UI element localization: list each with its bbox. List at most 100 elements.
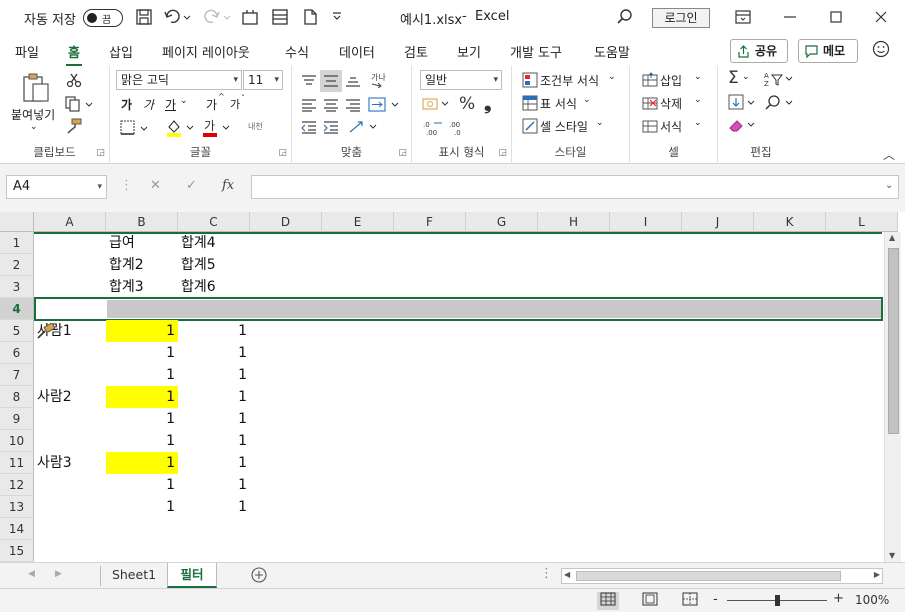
- chevron-down-icon[interactable]: ⌄: [742, 72, 750, 82]
- cell-c9[interactable]: 1: [178, 408, 250, 430]
- tab-page-layout[interactable]: 페이지 레이아웃: [162, 42, 250, 61]
- column-header-i[interactable]: I: [610, 212, 682, 232]
- comma-style-icon[interactable]: ❟: [484, 92, 491, 114]
- scroll-right-icon[interactable]: ▶: [874, 570, 880, 579]
- column-header-f[interactable]: F: [394, 212, 466, 232]
- sheet-tab-sheet1[interactable]: Sheet1: [101, 563, 167, 588]
- select-all-corner[interactable]: [0, 212, 34, 232]
- row-header-14[interactable]: 14: [0, 518, 34, 540]
- fill-icon[interactable]: [728, 94, 758, 112]
- row-header-4[interactable]: 4: [0, 298, 34, 320]
- insert-cells-button[interactable]: 삽입: [660, 72, 682, 89]
- share-button[interactable]: 공유: [730, 39, 788, 63]
- cell-b2[interactable]: 합계2: [106, 254, 178, 276]
- close-icon[interactable]: [873, 9, 889, 25]
- accounting-format-icon[interactable]: [422, 96, 454, 112]
- column-header-b[interactable]: B: [106, 212, 178, 232]
- plus-circle-icon[interactable]: [250, 566, 268, 584]
- column-header-g[interactable]: G: [466, 212, 538, 232]
- chevron-down-icon[interactable]: ⌄: [694, 95, 702, 105]
- sheet-tab-filter[interactable]: 필터: [167, 563, 217, 588]
- cell-b13[interactable]: 1: [106, 496, 178, 518]
- search-icon[interactable]: [616, 8, 634, 26]
- align-middle-icon[interactable]: [320, 70, 342, 92]
- cell-c7[interactable]: 1: [178, 364, 250, 386]
- row-header-2[interactable]: 2: [0, 254, 34, 276]
- zoom-level[interactable]: 100%: [855, 593, 889, 607]
- align-right-icon[interactable]: [344, 98, 362, 112]
- chevron-down-icon[interactable]: ⌄: [596, 118, 604, 128]
- redo-icon[interactable]: [203, 8, 231, 26]
- minimize-icon[interactable]: [782, 9, 798, 25]
- cell-c11[interactable]: 1: [178, 452, 250, 474]
- tab-data[interactable]: 데이터: [339, 42, 375, 61]
- column-header-l[interactable]: L: [826, 212, 898, 232]
- undo-icon[interactable]: [163, 8, 191, 26]
- increase-indent-icon[interactable]: [322, 120, 340, 134]
- column-header-c[interactable]: C: [178, 212, 250, 232]
- dialog-launcher-icon[interactable]: ◲: [498, 148, 507, 158]
- cancel-entry-icon[interactable]: ✕: [150, 178, 161, 193]
- font-name-dropdown[interactable]: 맑은 고딕 ▾: [116, 70, 242, 90]
- cell-b5[interactable]: 1: [106, 320, 178, 342]
- column-header-a[interactable]: A: [34, 212, 106, 232]
- cell-styles-button[interactable]: 셀 스타일: [540, 118, 588, 135]
- tab-home[interactable]: 홈: [66, 42, 82, 67]
- tab-view[interactable]: 보기: [457, 42, 481, 61]
- cell-b7[interactable]: 1: [106, 364, 178, 386]
- cell-c10[interactable]: 1: [178, 430, 250, 452]
- scroll-up-icon[interactable]: ▲: [889, 233, 895, 242]
- tab-developer[interactable]: 개발 도구: [510, 42, 562, 61]
- format-cells-button[interactable]: 서식: [660, 118, 682, 135]
- cell-c12[interactable]: 1: [178, 474, 250, 496]
- chevron-down-icon[interactable]: ⌄: [694, 118, 702, 128]
- conditional-formatting-button[interactable]: 조건부 서식: [540, 72, 599, 89]
- cell-b8[interactable]: 1: [106, 386, 178, 408]
- chevron-down-icon[interactable]: ⌄: [608, 72, 616, 82]
- number-format-dropdown[interactable]: 일반 ▾: [420, 70, 502, 90]
- name-box[interactable]: A4 ▾: [6, 175, 107, 199]
- new-document-icon[interactable]: [301, 8, 319, 26]
- grow-font-button[interactable]: 가: [206, 96, 217, 113]
- row-header-10[interactable]: 10: [0, 430, 34, 452]
- cell-a8[interactable]: 사람2: [34, 386, 106, 408]
- decrease-decimal-icon[interactable]: .00.0: [448, 120, 470, 137]
- customize-toolbar-icon[interactable]: [331, 11, 343, 23]
- row-header-12[interactable]: 12: [0, 474, 34, 496]
- prev-sheet-icon[interactable]: ◀: [28, 569, 35, 579]
- font-size-dropdown[interactable]: 11 ▾: [243, 70, 283, 90]
- cell-b1[interactable]: 급여: [106, 232, 178, 254]
- cell-c1[interactable]: 합계4: [178, 232, 250, 254]
- cell-b6[interactable]: 1: [106, 342, 178, 364]
- insert-function-icon[interactable]: fx: [222, 178, 234, 193]
- tab-insert[interactable]: 삽입: [109, 42, 133, 61]
- underline-button[interactable]: 가: [165, 96, 176, 113]
- dialog-launcher-icon[interactable]: ◲: [398, 148, 407, 158]
- cell-b3[interactable]: 합계3: [106, 276, 178, 298]
- scroll-down-icon[interactable]: ▼: [889, 551, 895, 560]
- cut-icon[interactable]: [66, 72, 82, 88]
- row-header-15[interactable]: 15: [0, 540, 34, 562]
- row-header-3[interactable]: 3: [0, 276, 34, 298]
- cell-c2[interactable]: 합계5: [178, 254, 250, 276]
- autosave-toggle[interactable]: 끔: [83, 9, 123, 27]
- chevron-down-icon[interactable]: ⌄: [30, 122, 38, 132]
- zoom-in-button[interactable]: +: [833, 591, 844, 606]
- borders-icon[interactable]: [120, 120, 150, 136]
- scroll-left-icon[interactable]: ◀: [564, 570, 570, 579]
- zoom-slider-knob[interactable]: [775, 595, 780, 606]
- font-color-icon[interactable]: 가: [202, 118, 232, 138]
- row-header-13[interactable]: 13: [0, 496, 34, 518]
- maximize-icon[interactable]: [828, 9, 844, 25]
- vertical-scroll-thumb[interactable]: [888, 248, 899, 434]
- italic-button[interactable]: 가: [143, 96, 154, 113]
- formula-input[interactable]: [251, 175, 899, 199]
- tab-help[interactable]: 도움말: [594, 42, 630, 61]
- row-header-5[interactable]: 5: [0, 320, 34, 342]
- next-sheet-icon[interactable]: ▶: [55, 569, 62, 579]
- phonetic-guide-button[interactable]: 내천: [248, 121, 263, 132]
- cell-b11[interactable]: 1: [106, 452, 178, 474]
- percent-icon[interactable]: %: [459, 94, 475, 114]
- column-header-d[interactable]: D: [250, 212, 322, 232]
- paste-icon[interactable]: [20, 72, 52, 104]
